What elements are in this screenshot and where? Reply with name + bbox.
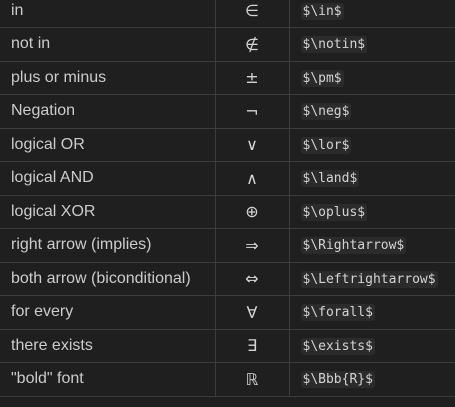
math-symbol: ±	[214, 60, 290, 95]
symbol-name: both arrow (biconditional)	[0, 261, 216, 296]
latex-code: $\land$	[300, 170, 360, 188]
symbols-table: in ∈ $\in$ not in ∉ $\notin$ plus or min…	[0, 0, 455, 397]
symbol-name: plus or minus	[0, 60, 216, 95]
table-row: plus or minus ± $\pm$	[0, 60, 455, 95]
math-symbol: ∉	[214, 27, 290, 62]
latex-code-cell: $\Rightarrow$	[288, 228, 455, 263]
latex-code-cell: $\in$	[288, 0, 455, 28]
latex-code-cell: $\land$	[288, 161, 455, 196]
latex-code: $\neg$	[300, 103, 352, 121]
math-symbol: ∃	[214, 328, 290, 363]
latex-code: $\Leftrightarrow$	[300, 270, 438, 288]
latex-code: $\forall$	[300, 304, 375, 322]
symbol-name: not in	[0, 27, 216, 62]
table-row: there exists ∃ $\exists$	[0, 328, 455, 363]
symbol-name: for every	[0, 295, 216, 330]
latex-code-cell: $\neg$	[288, 94, 455, 129]
symbol-name: in	[0, 0, 216, 28]
latex-code-cell: $\forall$	[288, 295, 455, 330]
latex-code: $\oplus$	[300, 203, 368, 221]
symbol-name: logical OR	[0, 127, 216, 162]
math-symbol: ∨	[214, 127, 290, 162]
math-symbol: ∀	[214, 295, 290, 330]
math-symbol: ℝ	[214, 362, 290, 397]
math-symbol: ∧	[214, 161, 290, 196]
latex-code-cell: $\exists$	[288, 328, 455, 363]
latex-code-cell: $\pm$	[288, 60, 455, 95]
latex-code-cell: $\lor$	[288, 127, 455, 162]
latex-code: $\in$	[300, 2, 344, 20]
table-row: in ∈ $\in$	[0, 0, 455, 28]
latex-code-cell: $\oplus$	[288, 194, 455, 229]
latex-code-cell: $\Bbb{R}$	[288, 362, 455, 397]
table-row: logical AND ∧ $\land$	[0, 161, 455, 196]
math-symbol: ¬	[214, 94, 290, 129]
symbol-name: right arrow (implies)	[0, 228, 216, 263]
latex-code: $\exists$	[300, 337, 375, 355]
latex-code-cell: $\Leftrightarrow$	[288, 261, 455, 296]
math-symbol: ⇔	[214, 261, 290, 296]
latex-code: $\notin$	[300, 36, 368, 54]
table-row: not in ∉ $\notin$	[0, 27, 455, 62]
table-row: right arrow (implies) ⇒ $\Rightarrow$	[0, 228, 455, 263]
table-row: both arrow (biconditional) ⇔ $\Leftright…	[0, 261, 455, 296]
latex-code: $\lor$	[300, 136, 352, 154]
table-row: logical OR ∨ $\lor$	[0, 127, 455, 162]
math-symbol: ∈	[214, 0, 290, 28]
symbol-name: Negation	[0, 94, 216, 129]
math-symbol: ⇒	[214, 228, 290, 263]
latex-code: $\pm$	[300, 69, 344, 87]
symbol-name: logical XOR	[0, 194, 216, 229]
latex-code: $\Rightarrow$	[300, 237, 407, 255]
symbol-name: logical AND	[0, 161, 216, 196]
symbol-name: "bold" font	[0, 362, 216, 397]
table-row: for every ∀ $\forall$	[0, 295, 455, 330]
table-row: logical XOR ⊕ $\oplus$	[0, 194, 455, 229]
latex-code-cell: $\notin$	[288, 27, 455, 62]
math-symbol: ⊕	[214, 194, 290, 229]
latex-code: $\Bbb{R}$	[300, 371, 375, 389]
symbol-name: there exists	[0, 328, 216, 363]
table-row: "bold" font ℝ $\Bbb{R}$	[0, 362, 455, 397]
table-row: Negation ¬ $\neg$	[0, 94, 455, 129]
